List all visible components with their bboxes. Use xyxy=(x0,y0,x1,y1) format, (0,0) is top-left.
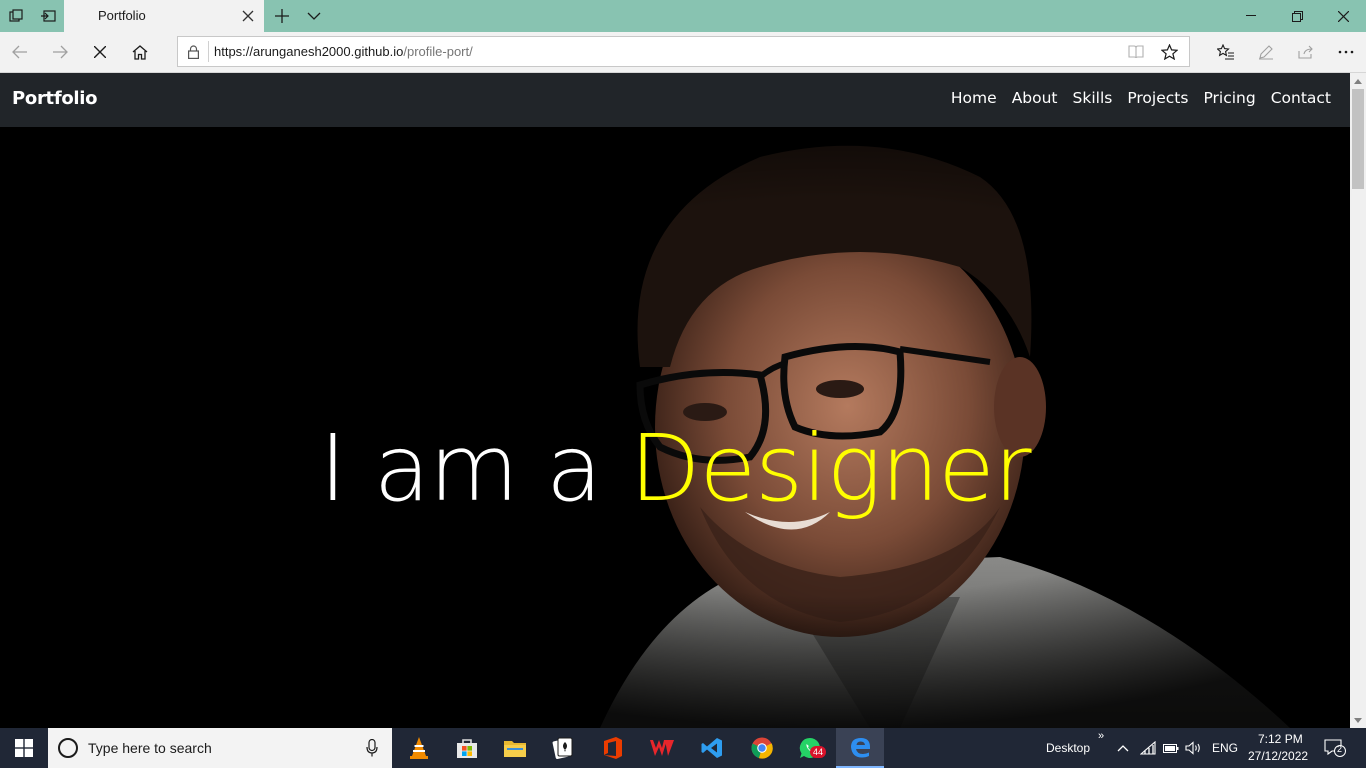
edge-icon[interactable] xyxy=(836,728,884,768)
nav-pricing[interactable]: Pricing xyxy=(1203,89,1255,107)
address-bar[interactable]: https://arunganesh2000.github.io/profile… xyxy=(177,36,1190,67)
hero-heading: I am a Designer xyxy=(0,415,1350,522)
nav-skills[interactable]: Skills xyxy=(1073,89,1113,107)
browser-tab-strip: Portfolio xyxy=(0,0,1366,32)
network-icon[interactable] xyxy=(1139,739,1157,757)
restore-icon[interactable] xyxy=(1274,0,1320,32)
nav-about[interactable]: About xyxy=(1012,89,1058,107)
microphone-icon[interactable] xyxy=(366,739,378,757)
minimize-icon[interactable] xyxy=(1228,0,1274,32)
windows-taskbar: Type here to search 44 Desktop » ENG 7:1… xyxy=(0,728,1366,768)
cortana-icon[interactable] xyxy=(58,738,78,758)
desktop-toolbar-expand-icon[interactable]: » xyxy=(1098,730,1104,742)
file-explorer-icon[interactable] xyxy=(491,728,539,768)
whatsapp-icon[interactable]: 44 xyxy=(786,728,834,768)
office-icon[interactable] xyxy=(589,728,637,768)
clock-date[interactable]: 27/12/2022 xyxy=(1248,749,1308,763)
tab-list-chevron-icon[interactable] xyxy=(298,0,330,32)
scrollbar-thumb[interactable] xyxy=(1352,89,1364,189)
notification-count: 2 xyxy=(1337,744,1343,754)
vscode-icon[interactable] xyxy=(688,728,736,768)
scroll-up-icon[interactable] xyxy=(1350,73,1366,89)
favorite-star-icon[interactable] xyxy=(1157,41,1181,63)
close-window-icon[interactable] xyxy=(1320,0,1366,32)
hero-prefix: I am a xyxy=(319,415,630,522)
chrome-icon[interactable] xyxy=(738,728,786,768)
back-icon[interactable] xyxy=(0,32,40,72)
share-icon[interactable] xyxy=(1286,32,1326,72)
site-navbar: Portfolio Home About Skills Projects Pri… xyxy=(0,73,1350,127)
url-path: /profile-port/ xyxy=(403,44,473,59)
nav-contact[interactable]: Contact xyxy=(1271,89,1331,107)
battery-icon[interactable] xyxy=(1162,739,1180,757)
url-host: https://arunganesh2000.github.io xyxy=(214,44,404,59)
taskbar-search-box[interactable]: Type here to search xyxy=(48,728,392,768)
new-tab-icon[interactable] xyxy=(266,0,298,32)
solitaire-icon[interactable] xyxy=(539,728,587,768)
browser-tab[interactable]: Portfolio xyxy=(64,0,264,32)
action-center-icon[interactable]: 2 xyxy=(1324,739,1346,757)
microsoft-store-icon[interactable] xyxy=(443,728,491,768)
more-options-icon[interactable] xyxy=(1326,32,1366,72)
address-separator xyxy=(208,41,209,62)
browser-toolbar: https://arunganesh2000.github.io/profile… xyxy=(0,32,1366,73)
favorites-hub-icon[interactable] xyxy=(1206,32,1246,72)
nav-menu: Home About Skills Projects Pricing Conta… xyxy=(951,89,1331,107)
show-hidden-icons-chevron-icon[interactable] xyxy=(1114,739,1132,757)
reading-view-icon[interactable] xyxy=(1124,41,1148,63)
stop-loading-icon[interactable] xyxy=(80,32,120,72)
nav-projects[interactable]: Projects xyxy=(1127,89,1188,107)
hero-section: I am a Designer xyxy=(0,127,1350,728)
hero-highlight: Designer xyxy=(629,415,1032,522)
language-indicator[interactable]: ENG xyxy=(1212,741,1238,755)
clock-time[interactable]: 7:12 PM xyxy=(1258,732,1303,746)
volume-icon[interactable] xyxy=(1185,739,1203,757)
wps-office-icon[interactable] xyxy=(638,728,686,768)
search-placeholder: Type here to search xyxy=(88,740,212,756)
page-viewport: Portfolio Home About Skills Projects Pri… xyxy=(0,73,1350,728)
tab-title: Portfolio xyxy=(98,8,146,23)
windows-start-icon[interactable] xyxy=(0,728,48,768)
page-scrollbar[interactable] xyxy=(1350,73,1366,728)
forward-icon[interactable] xyxy=(40,32,80,72)
vlc-icon[interactable] xyxy=(395,728,443,768)
set-tabs-aside-icon[interactable] xyxy=(32,0,64,32)
url-text[interactable]: https://arunganesh2000.github.io/profile… xyxy=(214,44,473,59)
home-icon[interactable] xyxy=(120,32,160,72)
desktop-toolbar-label[interactable]: Desktop xyxy=(1046,741,1090,755)
whatsapp-badge: 44 xyxy=(809,746,826,758)
nav-home[interactable]: Home xyxy=(951,89,997,107)
lock-icon[interactable] xyxy=(184,43,202,61)
scroll-down-icon[interactable] xyxy=(1350,712,1366,728)
pen-notes-icon[interactable] xyxy=(1246,32,1286,72)
tab-collection-icon[interactable] xyxy=(0,0,32,32)
close-tab-icon[interactable] xyxy=(236,4,260,28)
site-brand[interactable]: Portfolio xyxy=(12,88,98,109)
